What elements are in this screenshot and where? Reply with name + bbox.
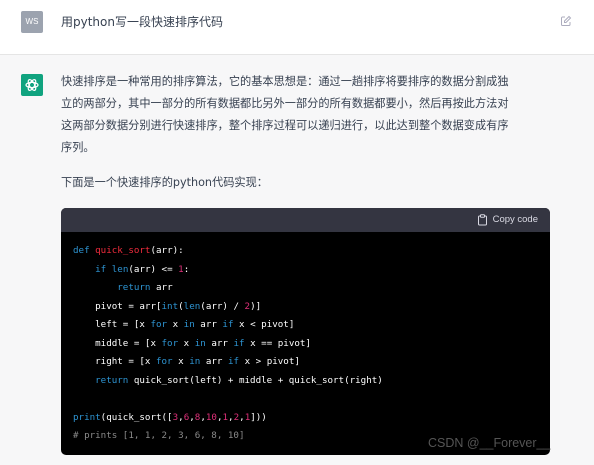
assistant-message-row: 快速排序是一种常用的排序算法，它的基本思想是：通过一趟排序将要排序的数据分割成独… [0, 55, 594, 465]
code-token: if [227, 356, 245, 367]
code-content: def quick_sort(arr): if len(arr) <= 1: r… [73, 242, 383, 446]
code-token: for [161, 337, 184, 349]
code-token: : [183, 263, 190, 275]
code-token: x < pivot] [239, 319, 295, 330]
code-token: def [73, 245, 96, 256]
code-token: quick_sort(left) + middle + quick_sort(r… [133, 374, 383, 386]
code-token: arr [200, 319, 223, 330]
code-token: quick_sort [95, 245, 151, 256]
code-token: )] [250, 300, 262, 312]
user-message-row: WS 用python写一段快速排序代码 [0, 0, 594, 55]
code-token: 10 [205, 411, 217, 423]
code-token: x [183, 337, 195, 349]
code-token: left = [x [73, 319, 151, 330]
code-token: int [161, 300, 179, 312]
answer-line: 这两部分数据分别进行快速排序，整个排序过程可以递归进行，以此达到整个数据变成有序 [61, 119, 509, 132]
code-line: left = [x for x in arr if x < pivot] [73, 316, 383, 335]
code-token: if [95, 263, 112, 275]
code-token: for [155, 356, 179, 367]
code-token: (arr) / [200, 300, 245, 312]
code-token: x [172, 319, 184, 330]
code-line: return arr [73, 279, 383, 298]
code-line: right = [x for x in arr if x > pivot] [73, 353, 383, 372]
code-token: in [189, 356, 206, 367]
answer-line: 快速排序是一种常用的排序算法，它的基本思想是：通过一趟排序将要排序的数据分割成独 [61, 75, 509, 88]
code-line: if len(arr) <= 1: [73, 261, 383, 280]
code-token: return [95, 374, 134, 386]
code-line: # prints [1, 1, 2, 3, 6, 8, 10] [73, 427, 383, 446]
answer-paragraph: 快速排序是一种常用的排序算法，它的基本思想是：通过一趟排序将要排序的数据分割成独… [61, 71, 557, 159]
code-token: if [222, 319, 240, 330]
answer-line: 立的两部分，其中一部分的所有数据都比另外一部分的所有数据都要小，然后再按此方法对 [61, 97, 509, 110]
code-token: (arr) <= [128, 263, 179, 275]
code-token: arr [156, 282, 173, 293]
edit-icon[interactable] [560, 15, 572, 27]
code-token: (arr): [150, 245, 184, 256]
answer-line: 序列。 [61, 141, 95, 154]
code-token: arr [211, 337, 234, 349]
code-token: pivot = arr[ [73, 300, 162, 312]
code-token: x > pivot] [244, 356, 300, 367]
copy-code-label: Copy code [492, 214, 538, 225]
code-token: if [233, 337, 251, 349]
user-message-text: 用python写一段快速排序代码 [61, 15, 223, 29]
code-token: # prints [1, 1, 2, 3, 6, 8, 10] [73, 430, 245, 441]
code-line: middle = [x for x in arr if x == pivot] [73, 335, 383, 354]
code-intro-text: 下面是一个快速排序的python代码实现： [61, 176, 268, 189]
code-token: x == pivot] [250, 337, 311, 349]
code-token: (quick_sort([ [100, 411, 173, 423]
code-line: return quick_sort(left) + middle + quick… [73, 372, 383, 391]
code-token: len [183, 300, 201, 312]
code-line: print(quick_sort([3,6,8,10,1,2,1])) [73, 409, 383, 428]
copy-code-button[interactable]: Copy code [477, 213, 538, 227]
code-token: for [150, 319, 173, 330]
code-block: Copy code def quick_sort(arr): if len(ar… [61, 208, 550, 455]
code-token: middle = [x [73, 337, 162, 349]
code-token: in [194, 337, 212, 349]
code-token: return [117, 282, 156, 293]
code-token: ])) [250, 411, 267, 423]
watermark: CSDN @__Forever__ [428, 436, 551, 450]
code-token: arr [205, 356, 228, 367]
code-token: x [178, 356, 190, 367]
code-token: in [183, 319, 201, 330]
clipboard-icon [477, 214, 487, 226]
user-avatar: WS [21, 11, 43, 33]
code-block-header: Copy code [61, 208, 550, 232]
assistant-avatar [21, 74, 43, 96]
openai-logo-icon [25, 79, 39, 91]
code-token: len [111, 263, 129, 275]
code-line: def quick_sort(arr): [73, 242, 383, 261]
code-token: right = [x [73, 356, 156, 367]
code-line: pivot = arr[int(len(arr) / 2)] [73, 298, 383, 317]
code-token: print [73, 411, 101, 423]
